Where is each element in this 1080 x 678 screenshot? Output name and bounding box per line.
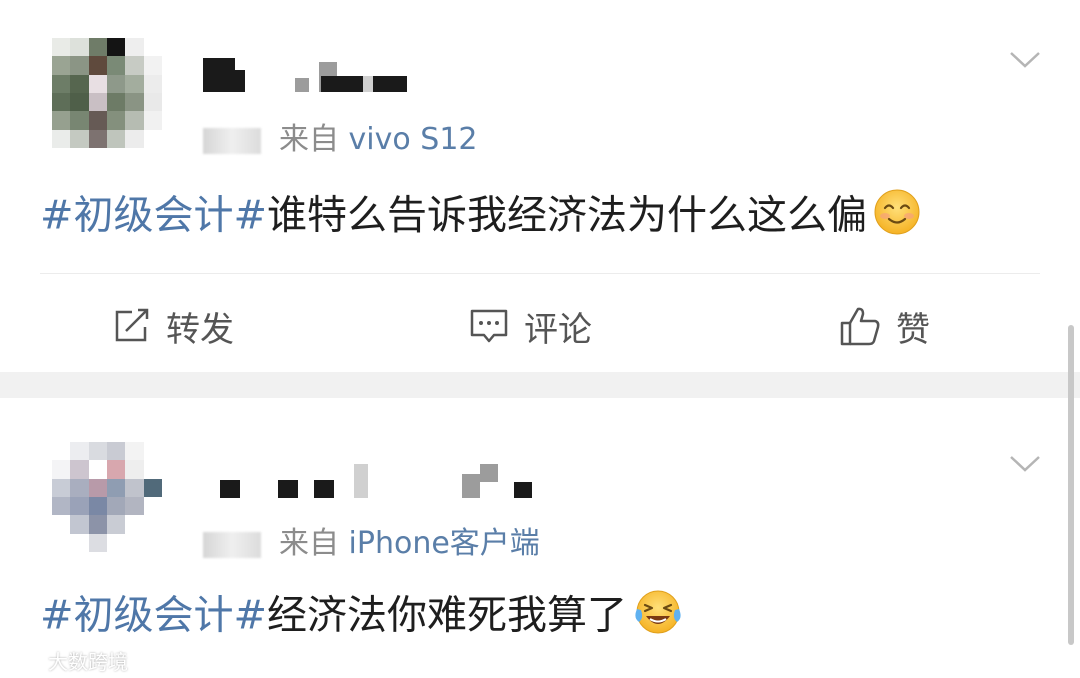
- chevron-down-icon[interactable]: [1008, 446, 1042, 480]
- comment-icon: [468, 306, 510, 346]
- post-text: 谁特么告诉我经济法为什么这么偏: [267, 192, 868, 239]
- smiling-face-icon: [873, 188, 921, 247]
- comment-label: 评论: [524, 309, 592, 350]
- watermark: 大数跨境: [10, 646, 128, 675]
- feed-post: 来自 iPhone客户端 #初级会计#经济法你难死我算了: [0, 398, 1080, 678]
- source-device[interactable]: iPhone客户端: [349, 526, 540, 561]
- timestamp-blurred: [203, 531, 261, 558]
- laughing-crying-face-icon: [633, 588, 683, 647]
- post-meta: 来自 iPhone客户端: [203, 518, 540, 562]
- post-text: 经济法你难死我算了: [267, 592, 628, 639]
- repost-icon: [112, 307, 152, 345]
- username[interactable]: [220, 464, 540, 498]
- chevron-down-icon[interactable]: [1008, 42, 1042, 76]
- hashtag-link[interactable]: #初级会计#: [40, 193, 267, 239]
- source-device[interactable]: vivo S12: [349, 122, 478, 157]
- username[interactable]: [203, 58, 413, 92]
- post-separator: [0, 372, 1080, 398]
- repost-button[interactable]: 转发: [112, 298, 234, 354]
- scrollbar[interactable]: [1068, 325, 1074, 645]
- watermark-text: 大数跨境: [48, 650, 128, 674]
- like-label: 赞: [896, 309, 930, 350]
- post-content: #初级会计#经济法你难死我算了: [40, 588, 683, 647]
- post-meta: 来自 vivo S12: [203, 114, 478, 158]
- thumbs-up-icon: [838, 305, 882, 347]
- post-content: #初级会计#谁特么告诉我经济法为什么这么偏: [40, 188, 921, 247]
- avatar[interactable]: [52, 38, 162, 148]
- like-button[interactable]: 赞: [838, 298, 930, 354]
- source-prefix: 来自: [279, 526, 339, 561]
- source-prefix: 来自: [279, 122, 339, 157]
- comment-button[interactable]: 评论: [468, 298, 592, 354]
- feed-post: 来自 vivo S12 #初级会计#谁特么告诉我经济法为什么这么偏 转发 评论 …: [0, 0, 1080, 372]
- watermark-logo-icon: [10, 648, 44, 673]
- timestamp-blurred: [203, 127, 261, 154]
- repost-label: 转发: [166, 309, 234, 350]
- hashtag-link[interactable]: #初级会计#: [40, 593, 267, 639]
- divider: [40, 273, 1040, 274]
- avatar[interactable]: [52, 442, 162, 552]
